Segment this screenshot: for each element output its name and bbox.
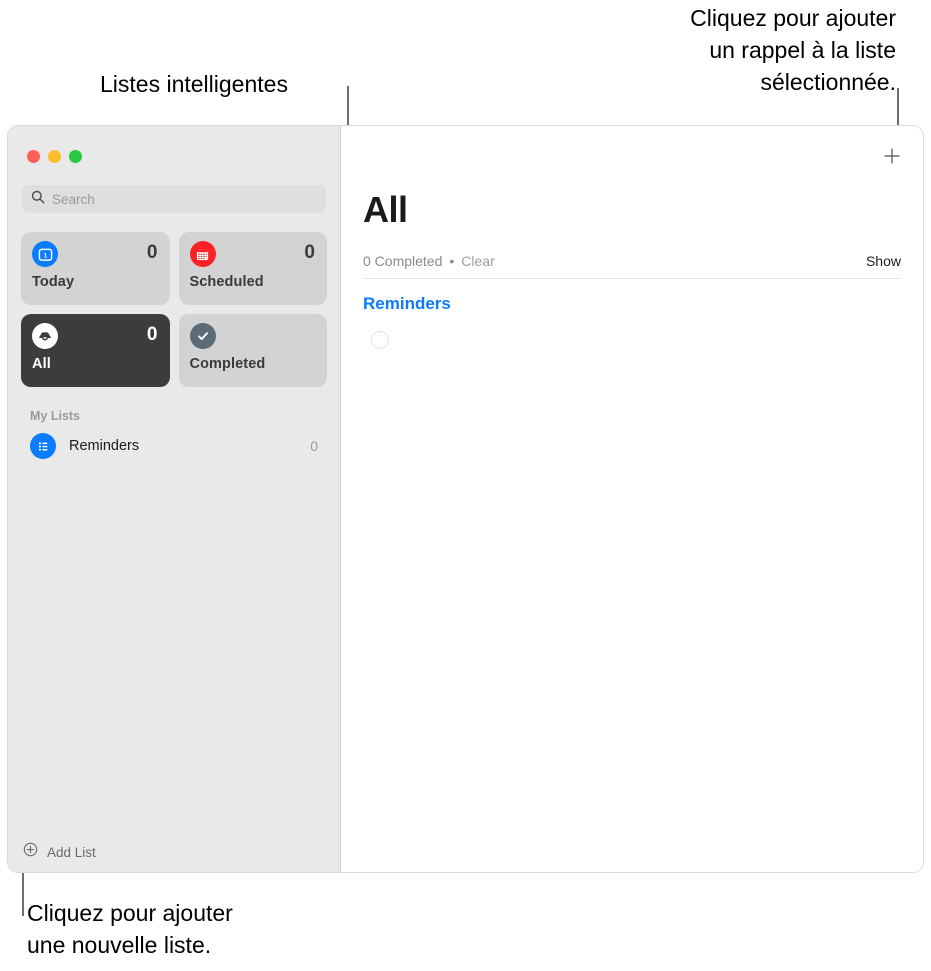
callout-add-list-leader-line (22, 866, 24, 916)
close-window-button[interactable] (27, 150, 40, 163)
plus-circle-icon (23, 842, 38, 862)
search-icon (31, 190, 45, 209)
minimize-window-button[interactable] (48, 150, 61, 163)
calendar-today-icon: 1 (32, 241, 58, 267)
smart-list-count-today: 0 (146, 242, 158, 263)
add-reminder-button[interactable] (879, 144, 905, 170)
list-item-label: Reminders (69, 438, 140, 454)
add-list-button[interactable]: Add List (8, 832, 340, 872)
smart-list-count-all: 0 (146, 324, 158, 345)
smart-list-label-all: All (32, 356, 51, 372)
sidebar: 1 0 Today (8, 126, 341, 872)
smart-list-count-scheduled: 0 (304, 242, 315, 263)
svg-text:1: 1 (43, 252, 47, 259)
empty-reminder-circle-icon[interactable] (371, 331, 389, 349)
callout-add-list-text: Cliquez pour ajouter une nouvelle liste. (27, 900, 233, 958)
list-meta-row: 0 Completed • Clear Show (363, 253, 901, 279)
window-traffic-lights (8, 126, 340, 163)
list-item-count: 0 (310, 438, 318, 454)
clear-button[interactable]: Clear (461, 253, 494, 269)
completed-count-label: 0 Completed (363, 253, 443, 269)
smart-list-card-all[interactable]: 0 All (21, 314, 170, 387)
smart-list-card-completed[interactable]: Completed (178, 314, 327, 387)
smart-list-label-scheduled: Scheduled (189, 274, 264, 290)
callout-smart-lists-text: Listes intelligentes (100, 71, 288, 97)
maximize-window-button[interactable] (69, 150, 82, 163)
user-lists: Reminders 0 (8, 430, 340, 462)
callout-add-reminder-text: Cliquez pour ajouter un rappel à la list… (690, 5, 896, 95)
page-title: All (363, 189, 408, 230)
smart-list-label-completed: Completed (189, 356, 266, 372)
smart-list-label-today: Today (32, 274, 75, 290)
inbox-tray-icon (32, 323, 58, 349)
my-lists-section-header: My Lists (30, 409, 81, 423)
main-content: All 0 Completed • Clear Show Reminders (341, 126, 923, 872)
bulleted-list-icon (30, 433, 56, 459)
add-list-label: Add List (47, 844, 96, 860)
checkmark-circle-icon (189, 323, 216, 349)
list-item-reminders[interactable]: Reminders 0 (8, 430, 340, 462)
smart-lists-grid: 1 0 Today 0 Scheduled 0 All Completed (21, 232, 327, 387)
plus-icon (882, 146, 902, 169)
search-input[interactable] (52, 191, 317, 207)
reminders-app-window: 1 0 Today (7, 125, 924, 873)
smart-list-card-today[interactable]: 1 0 Today (21, 232, 170, 305)
show-completed-button[interactable]: Show (866, 253, 901, 269)
reminder-group-title: Reminders (363, 294, 451, 313)
search-field[interactable] (22, 185, 326, 213)
calendar-icon (189, 241, 216, 267)
smart-list-card-scheduled[interactable]: 0 Scheduled (178, 232, 327, 305)
meta-separator-dot: • (449, 253, 455, 269)
